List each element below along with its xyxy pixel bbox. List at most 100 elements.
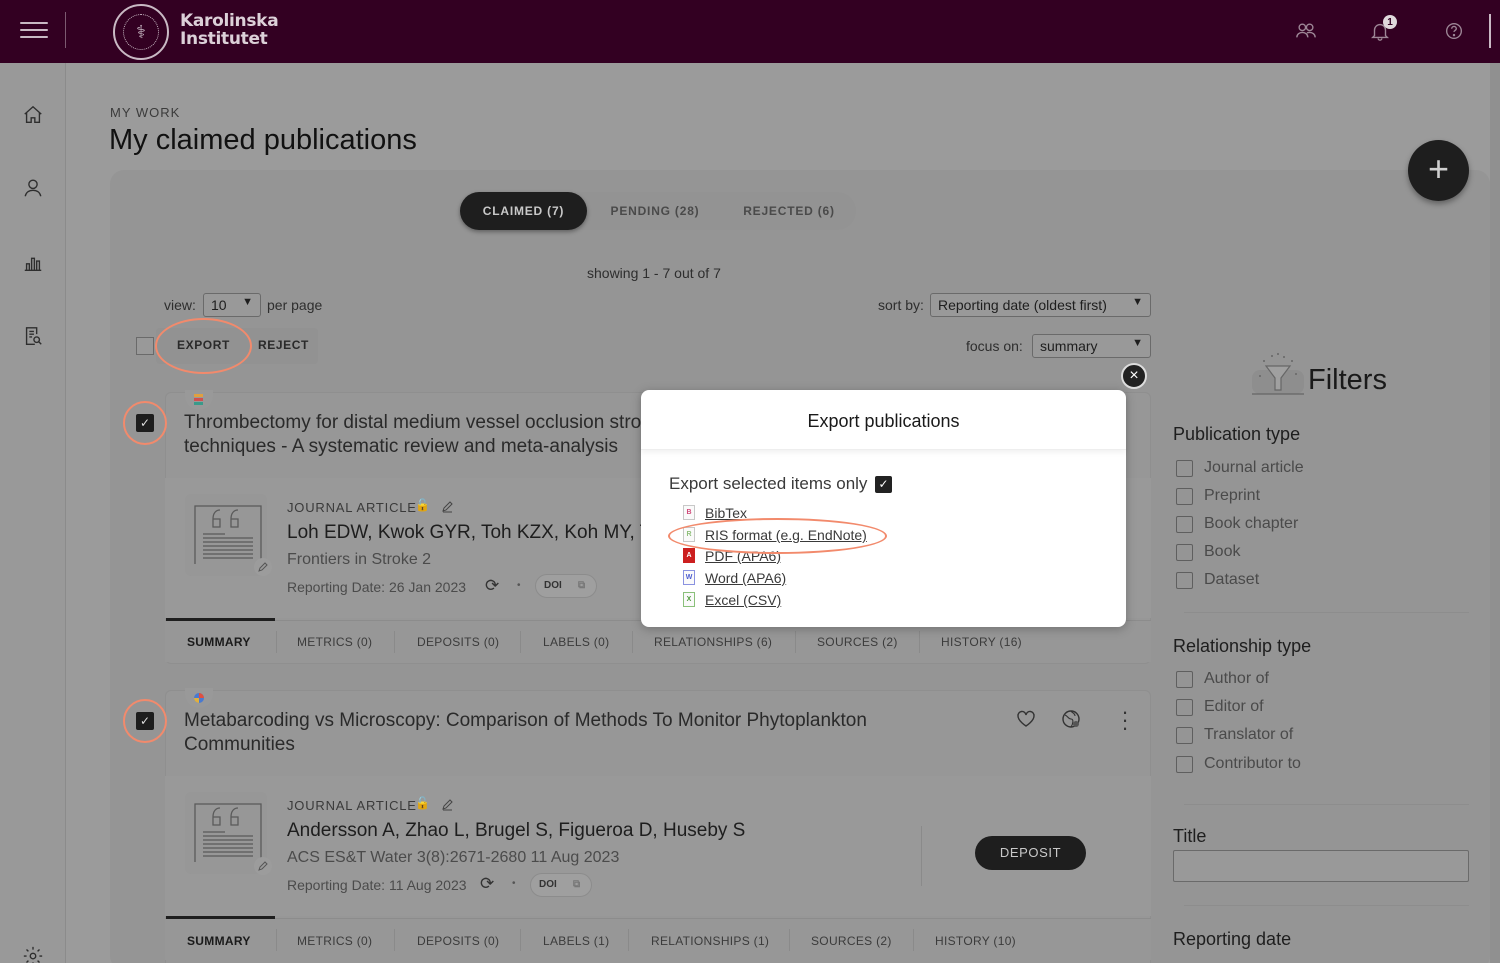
results-count: showing 1 - 7 out of 7 <box>587 265 721 281</box>
checkbox[interactable] <box>1176 516 1193 533</box>
chevron-down-icon: ▼ <box>242 296 253 308</box>
doi-button[interactable]: DOI ⧉ <box>535 574 597 598</box>
reporting-date: Reporting Date: 26 Jan 2023 <box>287 579 467 595</box>
dialog-header: Export publications <box>641 390 1126 450</box>
copy-icon[interactable]: ⧉ <box>578 575 585 597</box>
brand-line-1: Karolinska <box>180 11 279 31</box>
menu-icon[interactable] <box>20 22 48 42</box>
select-all-checkbox[interactable] <box>136 337 154 355</box>
help-icon[interactable] <box>1443 20 1465 42</box>
close-dialog-button[interactable]: × <box>1121 363 1147 389</box>
edit-icon[interactable] <box>254 857 272 875</box>
stats-icon[interactable] <box>22 251 44 273</box>
card-tab-metrics[interactable]: METRICS (0) <box>297 635 372 649</box>
per-page-label: per page <box>267 297 323 313</box>
title-filter-input[interactable] <box>1173 850 1469 882</box>
dot-separator: • <box>517 580 521 591</box>
filter-option-label: Preprint <box>1204 487 1261 504</box>
filter-option-label: Book <box>1204 543 1241 560</box>
home-icon[interactable] <box>22 104 44 126</box>
reject-button[interactable]: REJECT <box>258 338 309 352</box>
card-tab-deposits[interactable]: DEPOSITS (0) <box>417 934 499 948</box>
card-tab-history[interactable]: HISTORY (10) <box>935 934 1016 948</box>
card-tab-labels[interactable]: LABELS (0) <box>543 635 609 649</box>
focus-select[interactable]: summary ▼ <box>1032 334 1151 358</box>
export-format-label: Word (APA6) <box>705 570 787 586</box>
sort-select[interactable]: Reporting date (oldest first) ▼ <box>930 293 1151 317</box>
publication-title[interactable]: Metabarcoding vs Microscopy: Comparison … <box>184 709 867 757</box>
card-tab-relationships[interactable]: RELATIONSHIPS (1) <box>651 934 769 948</box>
refresh-icon[interactable]: ⟳ <box>485 576 499 596</box>
refresh-icon[interactable]: ⟳ <box>480 874 494 894</box>
publication-checkbox[interactable]: ✓ <box>136 414 154 432</box>
publication-checkbox[interactable]: ✓ <box>136 712 154 730</box>
tab-separator <box>276 929 277 951</box>
card-tab-summary[interactable]: SUMMARY <box>187 934 251 948</box>
filter-heading-reporting-date: Reporting date <box>1173 929 1292 949</box>
tab-separator <box>919 631 920 653</box>
export-format-label: PDF (APA6) <box>705 548 781 564</box>
dot-separator: • <box>512 878 516 889</box>
publication-authors: Loh EDW, Kwok GYR, Toh KZX, Koh MY, Teo <box>287 522 671 543</box>
checkbox[interactable] <box>1176 460 1193 477</box>
page-scrollbar[interactable] <box>1490 63 1500 963</box>
edit-icon[interactable] <box>254 558 272 576</box>
bibtex-file-icon: B <box>683 505 695 520</box>
scrollbar-edge <box>1489 14 1491 48</box>
export-selected-only-checkbox[interactable]: ✓ <box>875 476 892 493</box>
card-tab-sources[interactable]: SOURCES (2) <box>817 635 898 649</box>
edit-icon[interactable] <box>441 798 454 811</box>
export-format-label: RIS format (e.g. EndNote) <box>705 527 867 543</box>
filters-title: Filters <box>1308 364 1387 396</box>
checkbox[interactable] <box>1176 699 1193 716</box>
card-tab-metrics[interactable]: METRICS (0) <box>297 934 372 948</box>
card-tab-relationships[interactable]: RELATIONSHIPS (6) <box>654 635 772 649</box>
per-page-select[interactable]: 10 ▼ <box>203 293 261 317</box>
source-logo-icon <box>194 394 203 405</box>
copy-icon[interactable]: ⧉ <box>573 874 580 896</box>
card-tab-history[interactable]: HISTORY (16) <box>941 635 1022 649</box>
publication-journal: ACS ES&T Water 3(8):2671-2680 11 Aug 202… <box>287 849 620 866</box>
edit-icon[interactable] <box>441 500 454 513</box>
tab-rejected[interactable]: REJECTED (6) <box>725 192 853 230</box>
settings-icon[interactable] <box>22 945 44 963</box>
card-tab-sources[interactable]: SOURCES (2) <box>811 934 892 948</box>
card-tab-summary[interactable]: SUMMARY <box>187 635 251 649</box>
checkbox[interactable] <box>1176 756 1193 773</box>
tab-pending[interactable]: PENDING (28) <box>590 192 720 230</box>
publication-title[interactable]: Thrombectomy for distal medium vessel oc… <box>184 411 641 459</box>
publication-type: JOURNAL ARTICLE <box>287 500 417 515</box>
publication-journal: Frontiers in Stroke 2 <box>287 551 432 568</box>
tab-separator <box>795 631 796 653</box>
checkbox[interactable] <box>1176 727 1193 744</box>
export-format-label: Excel (CSV) <box>705 592 782 608</box>
search-document-icon[interactable] <box>22 325 44 347</box>
word-file-icon: W <box>683 570 695 585</box>
divider <box>921 826 922 886</box>
filter-option-label: Contributor to <box>1204 755 1301 772</box>
deposit-button[interactable]: DEPOSIT <box>975 836 1086 870</box>
globe-settings-icon[interactable] <box>1061 709 1081 729</box>
add-publication-button[interactable]: + <box>1408 140 1469 201</box>
source-badge <box>185 688 213 708</box>
ki-seal-logo[interactable]: ⚕ <box>113 4 169 60</box>
favorite-heart-icon[interactable] <box>1016 710 1036 728</box>
checkbox[interactable] <box>1176 671 1193 688</box>
notification-badge: 1 <box>1383 15 1397 29</box>
brand-line-2: Institutet <box>180 29 268 49</box>
filter-heading-title: Title <box>1173 826 1207 846</box>
publication-type: JOURNAL ARTICLE <box>287 798 417 813</box>
checkbox[interactable] <box>1176 572 1193 589</box>
card-tab-deposits[interactable]: DEPOSITS (0) <box>417 635 499 649</box>
source-logo-icon <box>194 693 204 703</box>
more-options-icon[interactable]: · · · <box>1120 701 1130 739</box>
export-button[interactable]: EXPORT <box>177 338 230 352</box>
doi-button[interactable]: DOI ⧉ <box>530 873 592 897</box>
checkbox[interactable] <box>1176 544 1193 561</box>
people-icon[interactable] <box>1295 20 1317 42</box>
tab-claimed[interactable]: CLAIMED (7) <box>460 192 587 230</box>
checkbox[interactable] <box>1176 488 1193 505</box>
card-tab-labels[interactable]: LABELS (1) <box>543 934 609 948</box>
brand-name[interactable]: Karolinska Institutet <box>180 11 279 49</box>
profile-icon[interactable] <box>22 177 44 199</box>
